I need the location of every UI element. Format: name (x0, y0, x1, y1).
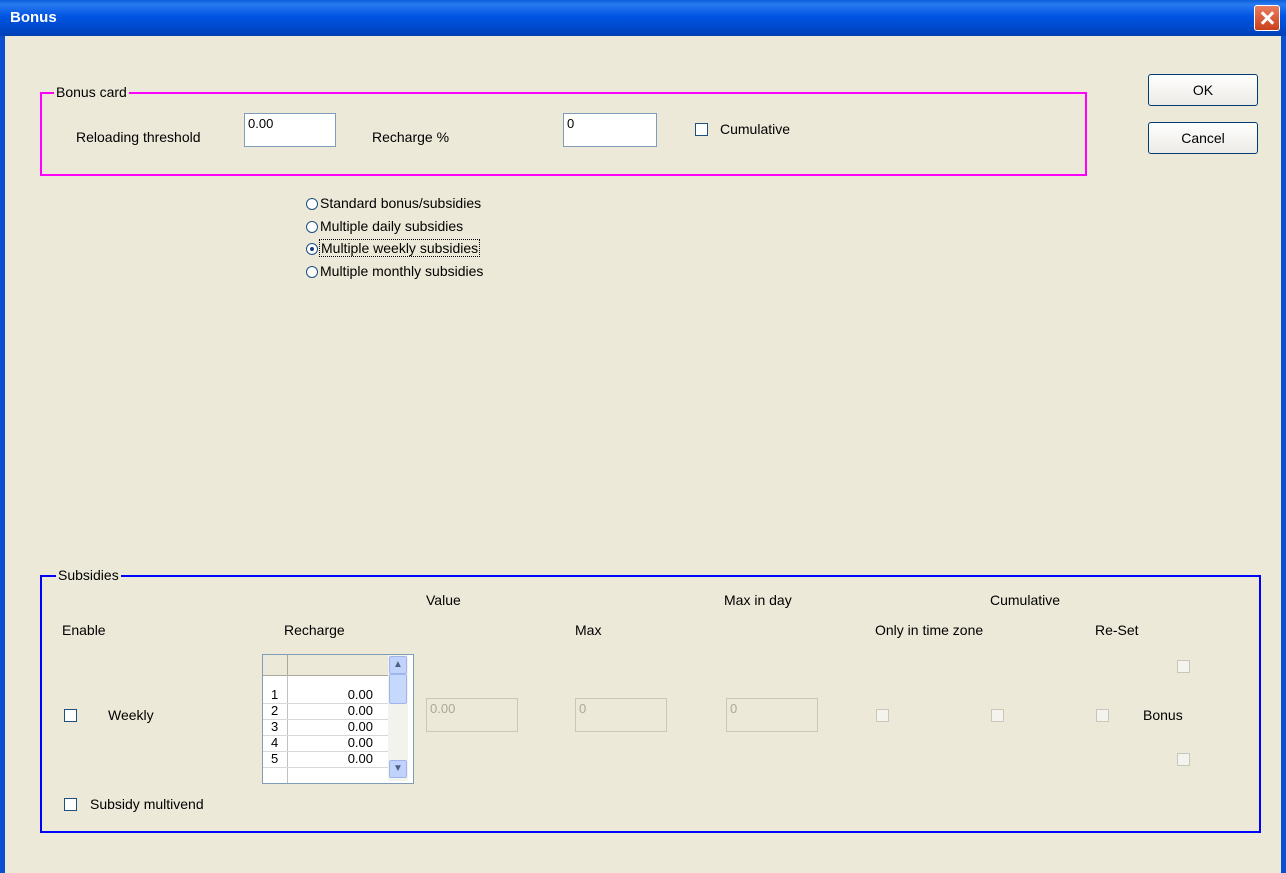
bonus-label: Bonus (1143, 707, 1183, 723)
table-row[interactable]: 1 0.00 (263, 687, 388, 704)
recharge-grid-header (263, 655, 388, 676)
radio-standard[interactable] (306, 198, 318, 210)
weekly-label: Weekly (108, 707, 154, 723)
recharge-percent-label: Recharge % (372, 129, 450, 145)
table-row[interactable]: 4 0.00 (263, 735, 388, 752)
bonus-card-legend: Bonus card (54, 84, 129, 100)
header-value: Value (426, 592, 461, 608)
radio-monthly-label[interactable]: Multiple monthly subsidies (320, 263, 483, 279)
table-row[interactable]: 2 0.00 (263, 703, 388, 720)
recharge-percent-input[interactable]: 0 (563, 113, 657, 147)
reset-bottom-checkbox[interactable] (1177, 753, 1190, 766)
subsidy-multivend-label: Subsidy multivend (90, 796, 204, 812)
recharge-grid-scrollbar[interactable]: ▲ ▼ (388, 655, 408, 781)
window-title: Bonus (10, 9, 57, 26)
max-input[interactable]: 0 (575, 698, 667, 732)
header-max-in-day: Max in day (724, 592, 792, 608)
table-row[interactable]: 3 0.00 (263, 719, 388, 736)
header-only-in-time-zone: Only in time zone (875, 622, 984, 638)
header-enable: Enable (62, 622, 106, 638)
only-in-time-zone-checkbox[interactable] (876, 709, 889, 722)
cumulative-checkbox[interactable] (991, 709, 1004, 722)
scroll-thumb[interactable] (389, 674, 407, 704)
title-bar[interactable]: Bonus (0, 0, 1286, 36)
radio-monthly[interactable] (306, 266, 318, 278)
header-reset: Re-Set (1095, 622, 1139, 638)
header-max: Max (575, 622, 602, 638)
header-cumulative: Cumulative (990, 592, 1061, 608)
radio-standard-label[interactable]: Standard bonus/subsidies (320, 195, 481, 211)
reloading-threshold-label: Reloading threshold (76, 129, 201, 145)
cancel-button[interactable]: Cancel (1148, 122, 1258, 154)
bonus-cumulative-label: Cumulative (720, 121, 791, 137)
reset-checkbox[interactable] (1096, 709, 1109, 722)
window-frame-right (1281, 36, 1286, 873)
radio-daily-label[interactable]: Multiple daily subsidies (320, 218, 463, 234)
reloading-threshold-input[interactable]: 0.00 (244, 113, 336, 147)
scroll-up-icon[interactable]: ▲ (389, 656, 407, 674)
subsidies-legend: Subsidies (56, 567, 121, 583)
weekly-enable-checkbox[interactable] (64, 709, 77, 722)
window-frame-left (0, 36, 5, 873)
max-in-day-input[interactable]: 0 (726, 698, 818, 732)
radio-weekly[interactable] (306, 243, 318, 255)
bonus-cumulative-checkbox[interactable] (695, 123, 708, 136)
radio-weekly-label[interactable]: Multiple weekly subsidies (319, 239, 481, 257)
ok-button[interactable]: OK (1148, 74, 1258, 106)
recharge-grid[interactable]: 1 0.00 2 0.00 3 0.00 4 0.00 5 0.00 ▲ ▼ (262, 654, 414, 784)
scroll-down-icon[interactable]: ▼ (389, 760, 407, 778)
value-input[interactable]: 0.00 (426, 698, 518, 732)
subsidy-multivend-checkbox[interactable] (64, 798, 77, 811)
header-recharge: Recharge (284, 622, 345, 638)
radio-daily[interactable] (306, 221, 318, 233)
table-row[interactable]: 5 0.00 (263, 751, 388, 768)
close-icon[interactable] (1254, 5, 1280, 31)
reset-top-checkbox[interactable] (1177, 660, 1190, 673)
